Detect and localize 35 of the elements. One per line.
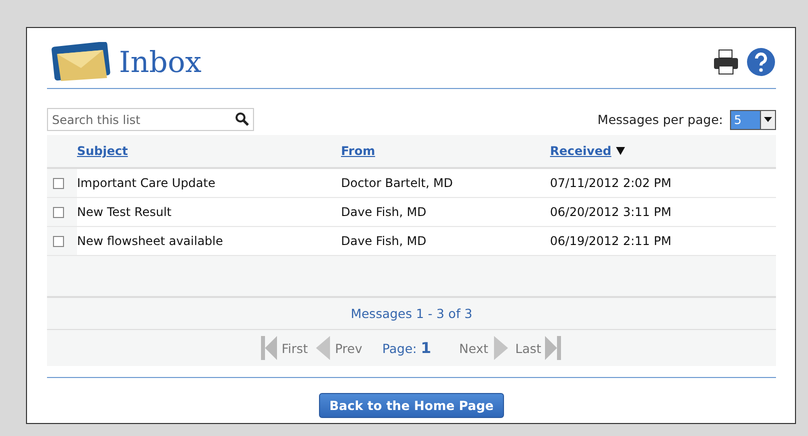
table-cell-text: Dave Fish, MD [341, 234, 428, 248]
table-cell-text: 06/19/2012 2:11 PM [550, 234, 672, 248]
table-cell-text: Important Care Update [77, 176, 216, 190]
page-title: Inbox [119, 45, 202, 79]
message-count: Messages 1 - 3 of 3 [350, 306, 472, 321]
table-cell-text: New flowsheet available [77, 234, 224, 248]
left-arrow-icon [314, 335, 331, 361]
row-checkbox[interactable] [53, 206, 64, 218]
pager-link[interactable]: Last [515, 335, 562, 361]
row-checkbox[interactable] [53, 236, 64, 246]
table-cell-text: 06/20/2012 3:11 PM [550, 205, 672, 219]
column-header[interactable]: Received [550, 144, 612, 158]
search-icon [235, 112, 249, 126]
table-cell-text: Dave Fish, MD [341, 205, 428, 219]
right-arrow-icon [545, 335, 562, 361]
search-field[interactable]: Search this list [47, 108, 254, 131]
per-page-select[interactable]: 5 [730, 110, 776, 130]
table-cell-text: 07/11/2012 2:02 PM [550, 176, 672, 190]
help-icon[interactable] [746, 47, 776, 77]
page-number: Page: 1 [382, 339, 432, 357]
row-checkbox[interactable] [53, 178, 64, 188]
right-arrow-icon [492, 335, 510, 361]
pager-link[interactable]: First [260, 335, 308, 361]
caret-icon [764, 117, 772, 122]
table-cell-text: Doctor Bartelt, MD [341, 176, 454, 190]
home-page-button[interactable]: Back to the Home Page [319, 393, 504, 418]
pager-link[interactable]: Prev [314, 335, 362, 361]
column-header[interactable]: Subject [77, 144, 128, 158]
table-cell-text: New Test Result [77, 205, 173, 219]
printer-icon[interactable] [712, 48, 740, 76]
left-arrow-icon [260, 335, 278, 361]
envelope-icon [51, 42, 113, 82]
column-header[interactable]: From [341, 144, 376, 158]
pager-link[interactable]: Next [459, 335, 510, 361]
per-page-label: Messages per page: [598, 112, 723, 127]
